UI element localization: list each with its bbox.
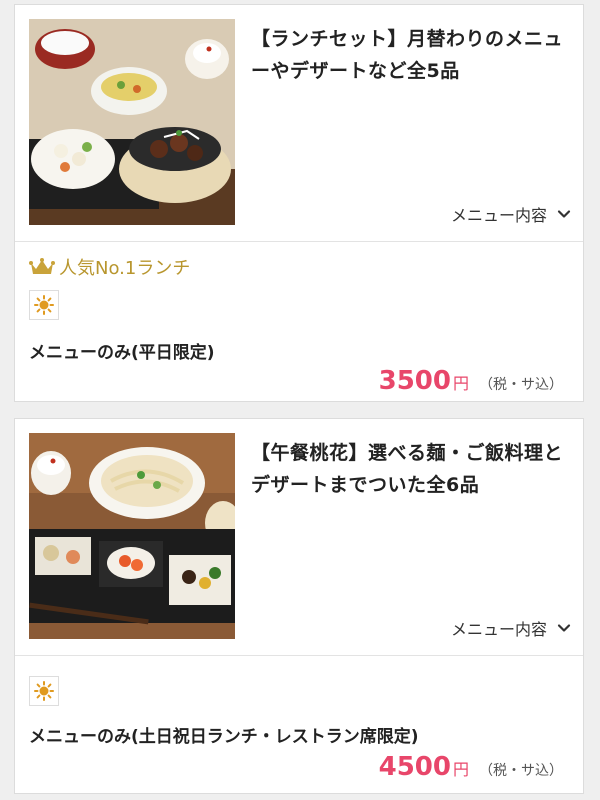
tax-note: （税・サ込） [479, 377, 563, 393]
price-amount: 3500 [378, 366, 451, 396]
plan-card-1: 【ランチセット】月替わりのメニューやデザートなど全5品 メニュー内容 人気No.… [14, 4, 584, 402]
popular-label: 人気No.1ランチ [59, 258, 191, 279]
plan-header: 【午餐桃花】選べる麺・ご飯料理とデザートまでついた全6品 メニュー内容 [15, 419, 583, 656]
plan-card-2: 【午餐桃花】選べる麺・ご飯料理とデザートまでついた全6品 メニュー内容 メニュー… [14, 418, 584, 794]
dish-photo [29, 433, 235, 639]
sun-icon [34, 295, 54, 315]
crown-icon [29, 258, 55, 274]
price-unit: 円 [452, 374, 469, 393]
price-amount: 4500 [378, 752, 451, 782]
plan-title: 【午餐桃花】選べる麺・ご飯料理とデザートまでついた全6品 [251, 442, 564, 496]
tax-note: （税・サ込） [479, 763, 563, 779]
chevron-down-icon [557, 624, 571, 632]
popular-badge: 人気No.1ランチ [29, 254, 190, 280]
menu-toggle-label: メニュー内容 [450, 206, 547, 225]
plan-title: 【ランチセット】月替わりのメニューやデザートなど全5品 [251, 28, 564, 82]
menu-details-toggle[interactable]: メニュー内容 [451, 616, 571, 640]
plan-header: 【ランチセット】月替わりのメニューやデザートなど全5品 メニュー内容 [15, 5, 583, 242]
price-unit: 円 [452, 760, 469, 779]
menu-toggle-label: メニュー内容 [450, 620, 547, 639]
sun-icon [34, 681, 54, 701]
daytime-badge [29, 676, 59, 706]
plan-name[interactable]: メニューのみ(平日限定) [29, 338, 215, 363]
daytime-badge [29, 290, 59, 320]
plan-name[interactable]: メニューのみ(土日祝日ランチ・レストラン席限定) [29, 722, 419, 747]
menu-details-toggle[interactable]: メニュー内容 [451, 202, 571, 226]
price: 3500 円 （税・サ込） [379, 366, 563, 396]
chevron-down-icon [557, 210, 571, 218]
price: 4500 円 （税・サ込） [379, 752, 563, 782]
dish-photo [29, 19, 235, 225]
